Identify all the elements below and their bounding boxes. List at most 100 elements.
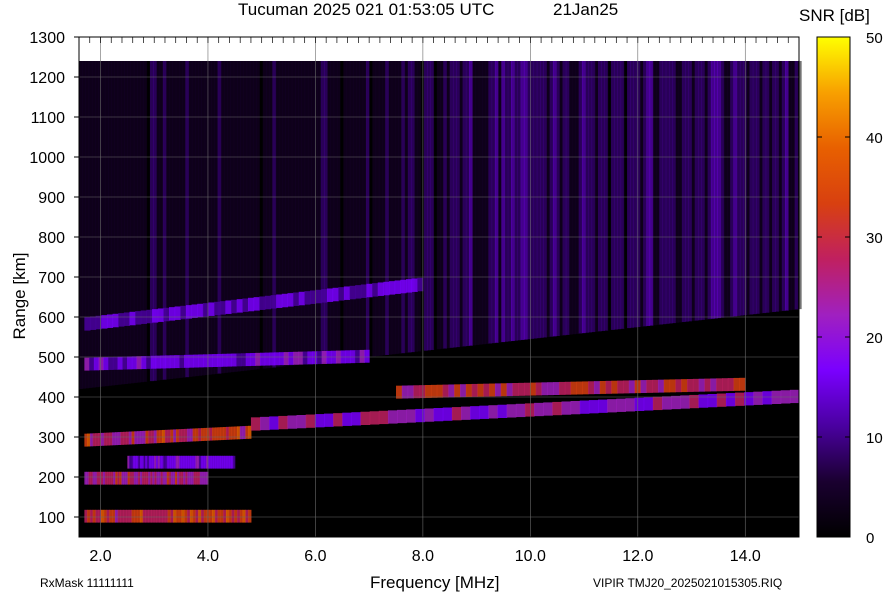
x-tick-label: 8.0 xyxy=(412,548,434,565)
noise-column xyxy=(491,61,496,344)
echo-trace-segment xyxy=(593,381,601,395)
echo-trace-segment xyxy=(535,382,543,396)
echo-trace-segment xyxy=(698,394,709,408)
noise-column xyxy=(301,61,306,365)
noise-column xyxy=(101,61,106,387)
echo-trace-segment xyxy=(716,378,723,392)
noise-column xyxy=(230,61,235,373)
echo-trace-segment xyxy=(163,307,170,322)
echo-trace-segment xyxy=(366,283,373,298)
noise-column xyxy=(188,61,193,377)
noise-column xyxy=(694,61,699,321)
echo-trace-segment xyxy=(283,352,289,365)
noise-column xyxy=(465,61,470,347)
echo-trace-segment xyxy=(298,291,305,306)
noise-column xyxy=(256,61,261,370)
echo-trace-segment xyxy=(185,305,193,319)
echo-trace-segment xyxy=(789,389,800,404)
colorbar-tick-label: 30 xyxy=(866,230,883,247)
echo-trace-segment xyxy=(364,349,370,363)
noise-column xyxy=(452,61,457,348)
echo-trace-segment xyxy=(332,287,339,302)
noise-column xyxy=(691,61,696,321)
noise-column xyxy=(591,61,596,333)
noise-column xyxy=(462,61,467,347)
y-tick-label: 1100 xyxy=(31,110,66,127)
noise-column xyxy=(414,61,419,352)
noise-column xyxy=(372,61,377,357)
noise-column xyxy=(752,61,757,315)
echo-trace-segment xyxy=(198,354,204,368)
echo-trace-segment xyxy=(255,352,261,366)
noise-column xyxy=(423,61,428,351)
noise-column xyxy=(598,61,602,332)
echo-trace-segment xyxy=(616,398,626,412)
echo-trace-segment xyxy=(131,356,138,370)
echo-trace-segment xyxy=(448,384,455,398)
noise-column xyxy=(485,61,489,344)
noise-column xyxy=(391,61,396,355)
echo-trace-segment xyxy=(707,394,718,408)
y-tick-label: 1200 xyxy=(29,70,65,87)
echo-trace-segment xyxy=(377,282,384,296)
echo-trace-segment xyxy=(264,295,272,310)
colorbar xyxy=(816,36,851,538)
echo-trace-segment xyxy=(293,292,300,306)
echo-trace-segment xyxy=(479,405,489,419)
echo-trace-segment xyxy=(413,385,420,399)
noise-column xyxy=(507,61,512,342)
echo-trace-segment xyxy=(259,352,266,366)
echo-trace-segment xyxy=(191,304,198,318)
echo-trace-segment xyxy=(326,288,334,302)
echo-trace-segment xyxy=(753,391,763,405)
noise-column xyxy=(269,61,273,368)
noise-column xyxy=(246,61,251,371)
noise-column xyxy=(601,61,605,331)
noise-column xyxy=(714,61,718,319)
noise-column xyxy=(749,61,754,315)
echo-trace-segment xyxy=(680,395,690,409)
echo-trace-segment xyxy=(623,380,630,394)
noise-column xyxy=(227,61,232,373)
echo-trace-segment xyxy=(543,402,553,416)
x-tick-label: 14.0 xyxy=(730,548,761,565)
noise-column xyxy=(120,61,125,385)
noise-column xyxy=(220,61,225,374)
echo-trace-segment xyxy=(253,297,260,311)
echo-trace-segment xyxy=(570,401,581,415)
echo-trace-segment xyxy=(236,353,242,367)
echo-trace-segment xyxy=(735,392,745,406)
echo-trace-segment xyxy=(646,379,653,393)
noise-column xyxy=(217,61,222,374)
noise-column xyxy=(314,61,319,363)
noise-column xyxy=(111,61,115,386)
noise-column xyxy=(594,61,599,332)
echo-trace-segment xyxy=(360,411,371,425)
echo-trace-segment xyxy=(222,353,228,367)
echo-trace-segment xyxy=(212,354,218,367)
colorbar-tick-label: 0 xyxy=(866,530,874,547)
echo-trace-segment xyxy=(233,455,236,469)
noise-column xyxy=(739,61,744,316)
echo-trace-segment xyxy=(269,352,275,366)
echo-trace-segment xyxy=(270,295,277,309)
noise-column xyxy=(249,61,254,371)
noise-column xyxy=(759,61,763,314)
noise-column xyxy=(736,61,741,316)
noise-column xyxy=(552,61,557,337)
echo-trace-segment xyxy=(607,399,617,413)
noise-column xyxy=(159,61,164,381)
echo-trace-segment xyxy=(442,407,453,421)
echo-trace-segment xyxy=(269,416,279,430)
y-tick-label: 600 xyxy=(38,310,65,327)
echo-trace-segment xyxy=(103,357,109,371)
y-tick-label: 900 xyxy=(38,190,65,207)
echo-trace-segment xyxy=(333,413,343,427)
noise-column xyxy=(649,61,654,326)
noise-column xyxy=(417,61,422,352)
echo-trace-segment xyxy=(188,354,195,368)
noise-column xyxy=(530,61,535,339)
echo-trace-segment xyxy=(716,393,727,407)
echo-trace-segment xyxy=(489,383,496,397)
echo-trace-segment xyxy=(369,411,380,425)
